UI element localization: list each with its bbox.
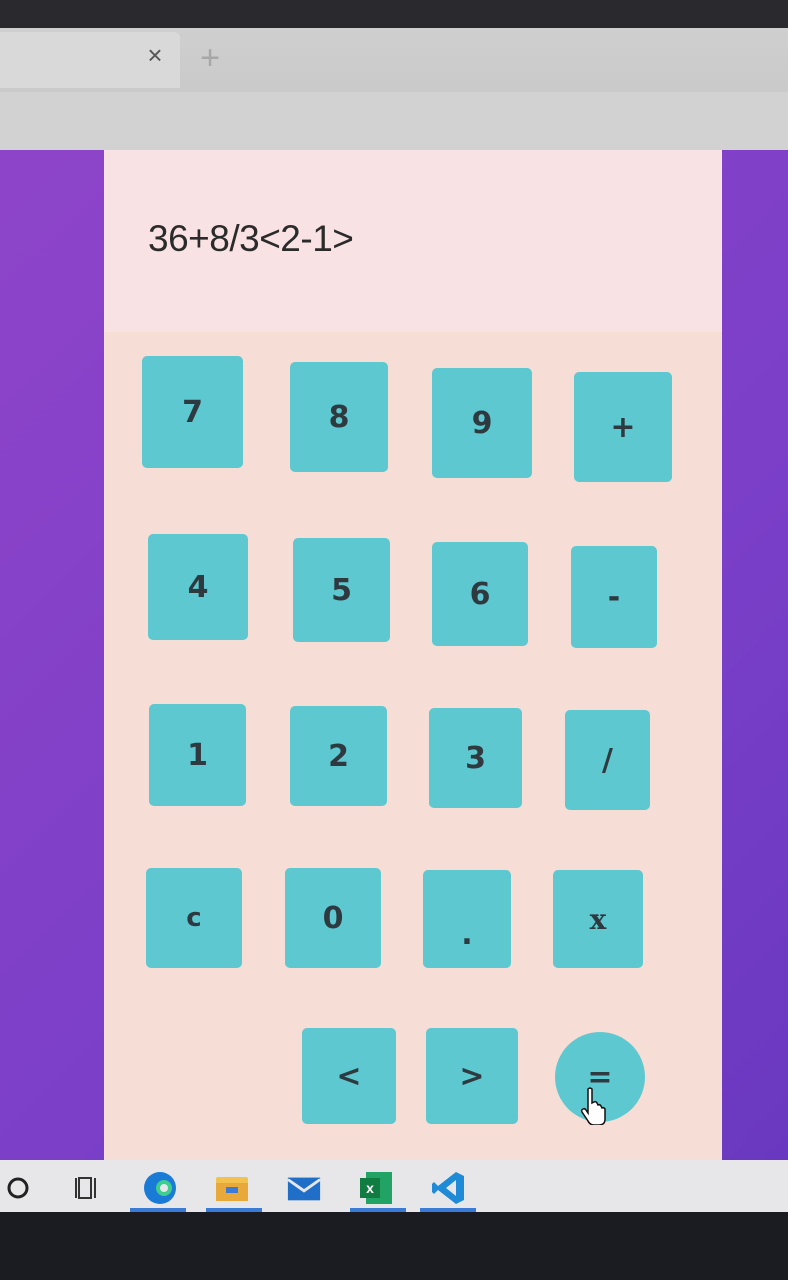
mail-icon[interactable] bbox=[286, 1170, 322, 1206]
key-cursor-left[interactable]: < bbox=[302, 1028, 396, 1124]
key-5[interactable]: 5 bbox=[293, 538, 390, 642]
key-cursor-right[interactable]: > bbox=[426, 1028, 518, 1124]
key-minus[interactable]: - bbox=[571, 546, 657, 648]
key-9[interactable]: 9 bbox=[432, 368, 532, 478]
plus-icon[interactable]: + bbox=[186, 34, 234, 82]
key-8[interactable]: 8 bbox=[290, 362, 388, 472]
close-icon[interactable]: × bbox=[140, 40, 170, 70]
browser-toolbar bbox=[0, 92, 788, 155]
key-3[interactable]: 3 bbox=[429, 708, 522, 808]
key-7[interactable]: 7 bbox=[142, 356, 243, 468]
excel-icon[interactable]: x bbox=[358, 1170, 394, 1206]
monitor-bezel bbox=[0, 1212, 788, 1280]
vscode-icon[interactable] bbox=[430, 1170, 466, 1206]
display-expression: 36+8/3<2-1> bbox=[148, 218, 354, 259]
key-divide[interactable]: / bbox=[565, 710, 650, 810]
key-clear[interactable]: c bbox=[146, 868, 242, 968]
task-view-icon[interactable] bbox=[70, 1170, 106, 1206]
key-2[interactable]: 2 bbox=[290, 706, 387, 806]
search-circle-icon[interactable] bbox=[0, 1170, 36, 1206]
key-plus[interactable]: + bbox=[574, 372, 672, 482]
hand-pointer-icon bbox=[580, 1087, 606, 1125]
edge-icon[interactable] bbox=[142, 1170, 178, 1206]
key-4[interactable]: 4 bbox=[148, 534, 248, 640]
key-decimal[interactable]: . bbox=[423, 870, 511, 968]
taskbar bbox=[0, 1160, 788, 1212]
key-0[interactable]: 0 bbox=[285, 868, 381, 968]
svg-text:x: x bbox=[366, 1180, 374, 1196]
key-multiply[interactable]: x bbox=[553, 870, 643, 968]
key-1[interactable]: 1 bbox=[149, 704, 246, 806]
file-explorer-icon[interactable] bbox=[214, 1170, 250, 1206]
key-6[interactable]: 6 bbox=[432, 542, 528, 646]
